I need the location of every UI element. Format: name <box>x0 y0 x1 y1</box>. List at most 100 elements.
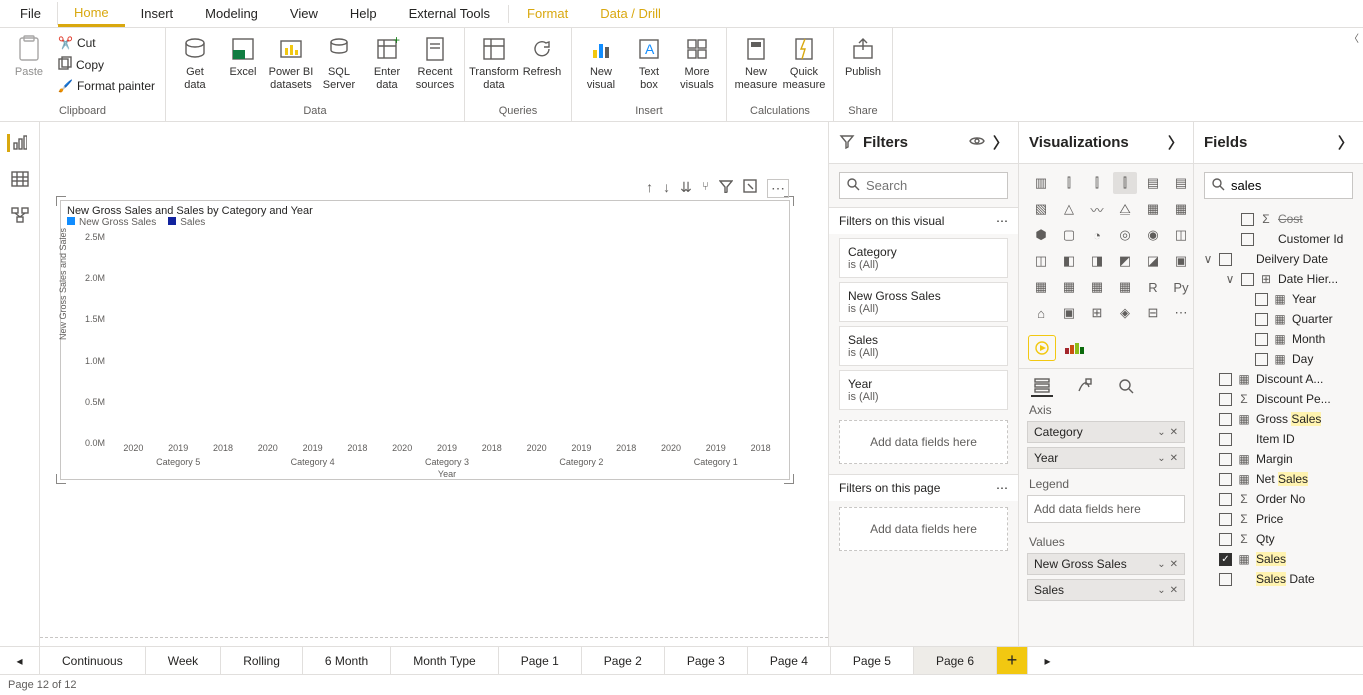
filter-icon[interactable] <box>719 179 733 198</box>
field-row[interactable]: ΣOrder No <box>1198 489 1359 509</box>
remove-icon[interactable]: ✕ <box>1170 453 1178 464</box>
fields-well-tab[interactable] <box>1031 375 1053 397</box>
new-measure-button[interactable]: New measure <box>733 30 779 92</box>
tabs-scroll-left[interactable]: ◂ <box>0 647 40 674</box>
viz-type-icon[interactable]: ⋯ <box>1169 302 1193 324</box>
get-data-button[interactable]: Get data <box>172 30 218 92</box>
field-row[interactable]: ▦Gross Sales <box>1198 409 1359 429</box>
page-tab[interactable]: Page 6 <box>914 647 997 674</box>
more-options-icon[interactable]: ⋯ <box>767 179 789 198</box>
viz-type-icon[interactable]: ▦ <box>1141 198 1165 220</box>
values-pill-ngs[interactable]: New Gross Sales⌄✕ <box>1027 553 1185 575</box>
chevron-down-icon[interactable]: ⌄ <box>1157 585 1165 596</box>
field-row[interactable]: ▦Day <box>1198 349 1359 369</box>
menu-view[interactable]: View <box>274 2 334 25</box>
field-checkbox[interactable] <box>1219 413 1232 426</box>
viz-type-icon[interactable]: ▦ <box>1029 276 1053 298</box>
field-row[interactable]: ∨⊞Date Hier... <box>1198 269 1359 289</box>
viz-type-icon[interactable]: ◫ <box>1029 250 1053 272</box>
format-painter-button[interactable]: 🖌️Format painter <box>54 77 159 95</box>
format-tab[interactable] <box>1073 375 1095 397</box>
page-tab[interactable]: Page 5 <box>831 647 914 674</box>
chart-visual[interactable]: ↑ ↓ ⇊ ⑂ ⋯ New Gross Sales and Sales by C… <box>60 200 790 480</box>
viz-type-icon[interactable]: ◎ <box>1113 224 1137 246</box>
viz-type-icon[interactable]: ⫿ <box>1057 172 1081 194</box>
preview-icon[interactable] <box>969 134 985 151</box>
paste-button[interactable]: Paste <box>6 30 52 79</box>
menu-format[interactable]: Format <box>511 2 584 25</box>
recent-sources-button[interactable]: Recent sources <box>412 30 458 92</box>
field-row[interactable]: ▦Margin <box>1198 449 1359 469</box>
page-tab[interactable]: 6 Month <box>303 647 391 674</box>
excel-button[interactable]: Excel <box>220 30 266 79</box>
viz-type-icon[interactable]: ▧ <box>1029 198 1053 220</box>
viz-type-icon[interactable]: ▣ <box>1169 250 1193 272</box>
focus-mode-icon[interactable] <box>743 179 757 198</box>
field-row[interactable]: ✓▦Sales <box>1198 549 1359 569</box>
page-tab[interactable]: Week <box>146 647 221 674</box>
more-visuals-button[interactable]: More visuals <box>674 30 720 92</box>
refresh-button[interactable]: Refresh <box>519 30 565 79</box>
viz-type-icon[interactable]: ◩ <box>1113 250 1137 272</box>
collapse-pane-icon[interactable]: 〉 <box>1168 132 1183 153</box>
field-checkbox[interactable] <box>1219 533 1232 546</box>
viz-type-icon[interactable]: △ <box>1057 198 1081 220</box>
ai-visual-button[interactable] <box>1063 336 1089 360</box>
field-checkbox[interactable] <box>1219 373 1232 386</box>
viz-type-icon[interactable]: ◉ <box>1141 224 1165 246</box>
sql-server-button[interactable]: SQL Server <box>316 30 362 92</box>
text-box-button[interactable]: AText box <box>626 30 672 92</box>
menu-data-drill[interactable]: Data / Drill <box>584 2 677 25</box>
viz-type-icon[interactable]: ◨ <box>1085 250 1109 272</box>
resize-handle[interactable] <box>56 196 66 206</box>
filter-card[interactable]: New Gross Salesis (All) <box>839 282 1008 322</box>
field-row[interactable]: ▦Month <box>1198 329 1359 349</box>
enter-data-button[interactable]: +Enter data <box>364 30 410 92</box>
field-row[interactable]: ▦Quarter <box>1198 309 1359 329</box>
menu-file[interactable]: File <box>4 2 58 25</box>
field-checkbox[interactable] <box>1219 473 1232 486</box>
field-checkbox[interactable] <box>1219 393 1232 406</box>
report-canvas[interactable]: ↑ ↓ ⇊ ⑂ ⋯ New Gross Sales and Sales by C… <box>40 122 828 646</box>
field-row[interactable]: ▦Discount A... <box>1198 369 1359 389</box>
report-view-button[interactable] <box>7 134 27 152</box>
viz-type-icon[interactable]: ◈ <box>1113 302 1137 324</box>
viz-type-icon[interactable]: ⊟ <box>1141 302 1165 324</box>
chevron-down-icon[interactable]: ⌄ <box>1157 453 1165 464</box>
filters-search[interactable] <box>839 172 1008 199</box>
more-icon[interactable]: ⋯ <box>996 481 1008 495</box>
expand-next-icon[interactable]: ⑂ <box>702 179 709 198</box>
field-checkbox[interactable] <box>1255 333 1268 346</box>
remove-icon[interactable]: ✕ <box>1170 427 1178 438</box>
filters-page-drop[interactable]: Add data fields here <box>839 507 1008 551</box>
page-tab[interactable]: Month Type <box>391 647 498 674</box>
axis-pill-year[interactable]: Year⌄✕ <box>1027 447 1185 469</box>
more-icon[interactable]: ⋯ <box>996 214 1008 228</box>
data-view-button[interactable] <box>10 170 30 188</box>
field-row[interactable]: ΣDiscount Pe... <box>1198 389 1359 409</box>
viz-type-icon[interactable]: ⫿ <box>1085 172 1109 194</box>
ai-visual-button[interactable] <box>1029 336 1055 360</box>
page-tab[interactable]: Rolling <box>221 647 303 674</box>
field-checkbox[interactable] <box>1219 573 1232 586</box>
field-checkbox[interactable] <box>1255 313 1268 326</box>
resize-handle[interactable] <box>56 474 66 484</box>
resize-handle[interactable] <box>784 474 794 484</box>
filters-search-input[interactable] <box>866 178 1042 193</box>
collapse-pane-icon[interactable]: 〉 <box>993 132 1008 153</box>
page-tab[interactable]: Page 3 <box>665 647 748 674</box>
field-row[interactable]: ΣPrice <box>1198 509 1359 529</box>
viz-type-icon[interactable]: ▥ <box>1029 172 1053 194</box>
field-checkbox[interactable] <box>1219 453 1232 466</box>
viz-type-icon[interactable]: ⊞ <box>1085 302 1109 324</box>
new-visual-button[interactable]: New visual <box>578 30 624 92</box>
field-checkbox[interactable] <box>1219 253 1232 266</box>
values-pill-sales[interactable]: Sales⌄✕ <box>1027 579 1185 601</box>
viz-type-icon[interactable]: ▢ <box>1057 224 1081 246</box>
analytics-tab[interactable] <box>1115 375 1137 397</box>
menu-external-tools[interactable]: External Tools <box>393 2 506 25</box>
viz-type-icon[interactable]: R <box>1141 276 1165 298</box>
field-row[interactable]: Sales Date <box>1198 569 1359 589</box>
filters-visual-drop[interactable]: Add data fields here <box>839 420 1008 464</box>
field-checkbox[interactable] <box>1241 213 1254 226</box>
